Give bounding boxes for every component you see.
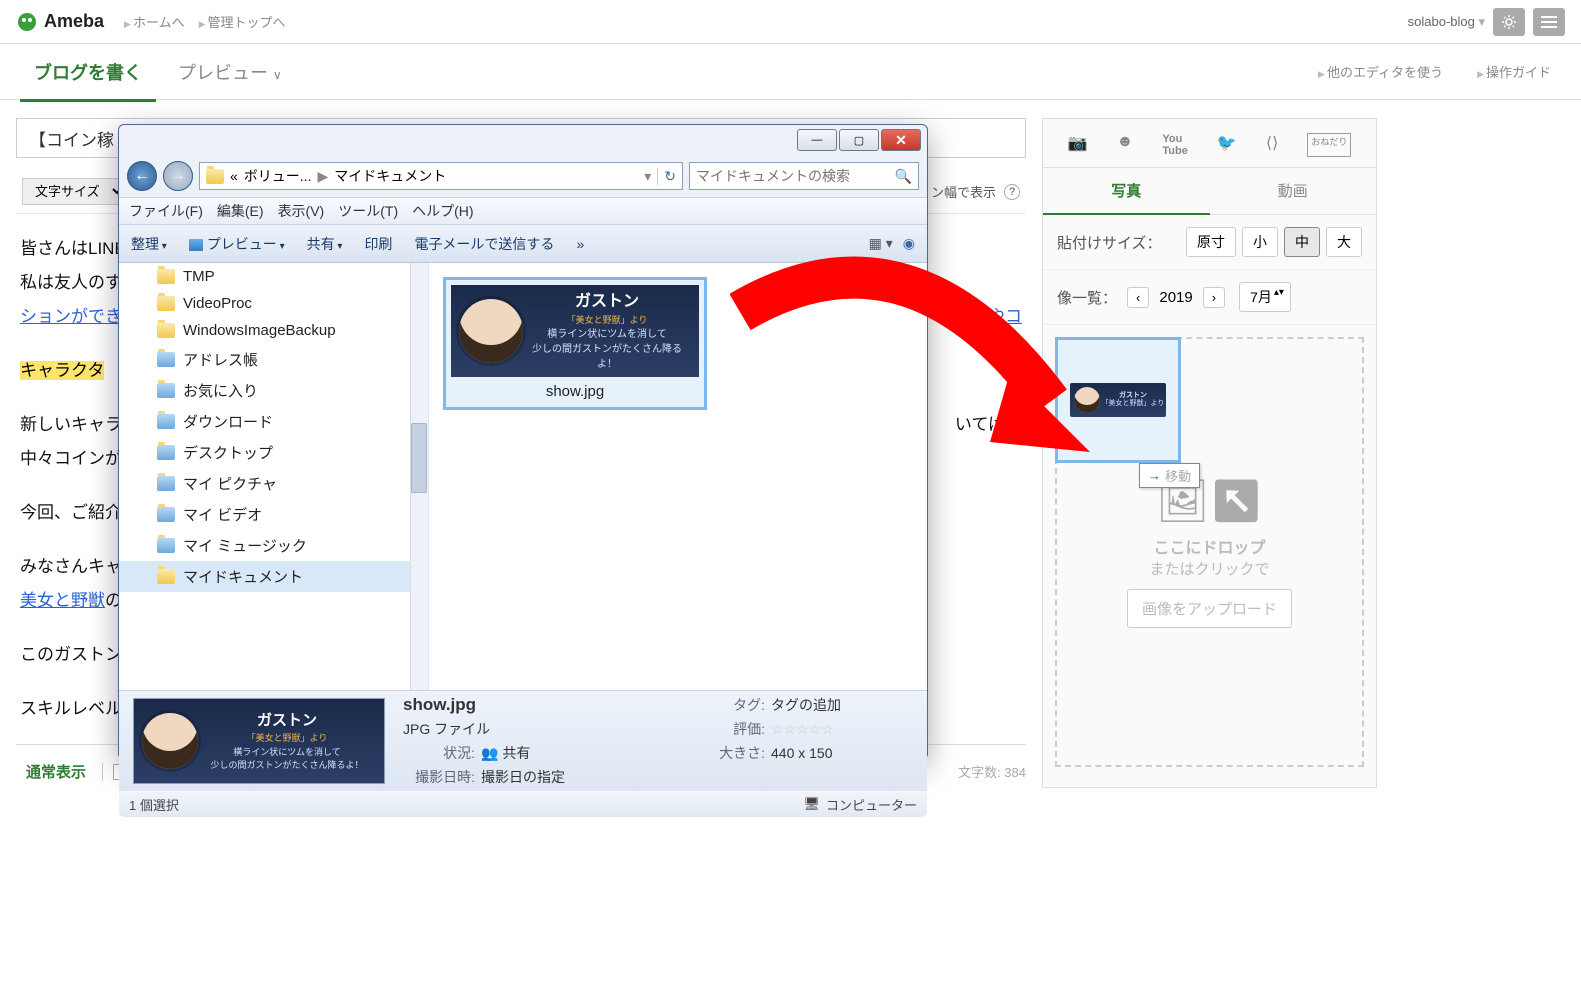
help-icon[interactable]: ◉ xyxy=(903,235,915,252)
computer-icon: 🖥 xyxy=(803,796,820,812)
tree-item: WindowsImageBackup xyxy=(119,317,428,344)
menu-icon[interactable] xyxy=(1533,8,1565,36)
share-menu[interactable]: 共有 xyxy=(307,234,343,254)
tab-write[interactable]: ブログを書く xyxy=(16,43,160,101)
size-original[interactable]: 原寸 xyxy=(1186,227,1236,257)
dropzone-text1: ここにドロップ xyxy=(1153,534,1265,558)
ameba-logo[interactable]: Ameba xyxy=(16,11,104,33)
menu-tools[interactable]: ツール(T) xyxy=(338,201,398,221)
month-select[interactable]: 7月 ▴▾ xyxy=(1239,282,1291,312)
size-medium[interactable]: 中 xyxy=(1284,227,1320,257)
size-large[interactable]: 大 xyxy=(1326,227,1362,257)
size-label: 貼付けサイズ： xyxy=(1057,232,1162,253)
help-icon[interactable]: ? xyxy=(1004,184,1020,200)
size-small[interactable]: 小 xyxy=(1242,227,1278,257)
camera-icon[interactable]: 📷 xyxy=(1068,133,1088,157)
preview-menu[interactable]: プレビュー xyxy=(189,234,285,254)
back-button[interactable]: ← xyxy=(127,161,157,191)
overflow-button[interactable]: » xyxy=(576,236,584,252)
detail-filename: show.jpg xyxy=(403,695,683,715)
menu-edit[interactable]: 編集(E) xyxy=(217,201,264,221)
forward-button[interactable]: → xyxy=(163,161,193,191)
dropzone-text2: またはクリックで xyxy=(1149,558,1269,579)
search-box[interactable]: 🔍 xyxy=(689,162,919,190)
year-value: 2019 xyxy=(1159,289,1192,306)
search-icon[interactable]: 🔍 xyxy=(895,168,912,185)
youtube-icon[interactable]: YouTube xyxy=(1162,133,1187,157)
list-label: 像一覧： xyxy=(1057,287,1117,308)
tab-photo[interactable]: 写真 xyxy=(1043,168,1210,215)
upload-button[interactable]: 画像をアップロード xyxy=(1127,589,1292,628)
tree-item: ダウンロード xyxy=(119,406,428,437)
file-list[interactable]: ガストン 「美女と野獣」より 横ライン状にツムを消して 少しの間ガストンがたくさ… xyxy=(429,263,927,690)
tree-item: マイ ピクチャ xyxy=(119,468,428,499)
nav-home[interactable]: ホームへ xyxy=(124,12,185,31)
explorer-toolbar: 整理 プレビュー 共有 印刷 電子メールで送信する » ▦ ▾ ◉ xyxy=(119,225,927,263)
emoji-icon[interactable]: ☻ xyxy=(1116,133,1133,157)
maximize-button[interactable]: ▢ xyxy=(839,129,879,151)
user-menu[interactable]: solabo-blog xyxy=(1408,14,1485,30)
folder-icon xyxy=(206,169,224,184)
tree-item: マイ ミュージック xyxy=(119,530,428,561)
file-explorer-window: — ▢ ✕ ← → « ボリュー...▶ マイドキュメント ▾ ↻ 🔍 ファイル… xyxy=(118,124,928,760)
details-thumbnail: ガストン 「美女と野獣」より 横ライン状にツムを消して 少しの間ガストンがたくさ… xyxy=(133,698,385,784)
menu-file[interactable]: ファイル(F) xyxy=(129,201,203,221)
tree-item: TMP xyxy=(119,263,428,290)
tree-scrollbar[interactable] xyxy=(410,263,428,690)
move-tooltip: 移動 xyxy=(1139,463,1200,488)
year-next[interactable]: › xyxy=(1203,287,1225,308)
tab-preview[interactable]: プレビュー ∨ xyxy=(160,43,300,101)
address-bar[interactable]: « ボリュー...▶ マイドキュメント ▾ ↻ xyxy=(199,162,683,190)
minimize-button[interactable]: — xyxy=(797,129,837,151)
status-bar: 1 個選択 🖥コンピューター xyxy=(119,791,927,817)
twitter-icon[interactable]: 🐦 xyxy=(1217,133,1237,157)
year-prev[interactable]: ‹ xyxy=(1127,287,1149,308)
window-titlebar[interactable]: — ▢ ✕ xyxy=(119,125,927,155)
nav-admin[interactable]: 管理トップへ xyxy=(199,12,286,31)
view-mode-icon[interactable]: ▦ ▾ xyxy=(869,235,893,252)
tree-item: デスクトップ xyxy=(119,437,428,468)
print-button[interactable]: 印刷 xyxy=(364,234,392,254)
tree-item: マイ ビデオ xyxy=(119,499,428,530)
tree-item-selected: マイドキュメント xyxy=(119,561,428,592)
upload-dropzone[interactable]: ガストン「美女と野獣」より 移動 🖼↖ ここにドロップ またはクリックで 画像を… xyxy=(1055,337,1364,767)
tree-item: アドレス帳 xyxy=(119,344,428,375)
organize-menu[interactable]: 整理 xyxy=(131,234,167,254)
width-display-label: ン幅で表示 xyxy=(931,182,996,201)
char-count: 文字数: 384 xyxy=(958,762,1026,781)
tree-item: VideoProc xyxy=(119,290,428,317)
tree-item: お気に入り xyxy=(119,375,428,406)
file-thumbnail[interactable]: ガストン 「美女と野獣」より 横ライン状にツムを消して 少しの間ガストンがたくさ… xyxy=(443,277,707,410)
side-panel: 📷 ☻ YouTube 🐦 ⟨⟩ おねだり 写真 動画 貼付けサイズ： 原寸 小… xyxy=(1042,118,1377,788)
email-button[interactable]: 電子メールで送信する xyxy=(414,234,554,254)
font-size-select[interactable]: 文字サイズ xyxy=(22,178,126,205)
tab-normal-view[interactable]: 通常表示 xyxy=(16,755,96,788)
tab-video[interactable]: 動画 xyxy=(1210,168,1377,215)
dragged-thumbnail[interactable]: ガストン「美女と野獣」より xyxy=(1055,337,1181,463)
close-button[interactable]: ✕ xyxy=(881,129,921,151)
file-name: show.jpg xyxy=(451,377,699,402)
gear-icon[interactable] xyxy=(1493,8,1525,36)
guide[interactable]: 操作ガイド xyxy=(1477,62,1551,81)
top-nav: Ameba ホームへ 管理トップへ solabo-blog xyxy=(0,0,1581,44)
menu-help[interactable]: ヘルプ(H) xyxy=(412,201,473,221)
menu-bar: ファイル(F) 編集(E) 表示(V) ツール(T) ヘルプ(H) xyxy=(119,197,927,225)
embed-icon[interactable]: ⟨⟩ xyxy=(1266,133,1278,157)
other-editor[interactable]: 他のエディタを使う xyxy=(1318,62,1443,81)
menu-view[interactable]: 表示(V) xyxy=(278,201,325,221)
stamp-icon[interactable]: おねだり xyxy=(1307,133,1351,157)
editor-tabs: ブログを書く プレビュー ∨ 他のエディタを使う 操作ガイド xyxy=(0,44,1581,100)
details-pane: ガストン 「美女と野獣」より 横ライン状にツムを消して 少しの間ガストンがたくさ… xyxy=(119,691,927,791)
folder-tree[interactable]: TMP VideoProc WindowsImageBackup アドレス帳 お… xyxy=(119,263,429,690)
detail-type: JPG ファイル xyxy=(403,719,683,739)
